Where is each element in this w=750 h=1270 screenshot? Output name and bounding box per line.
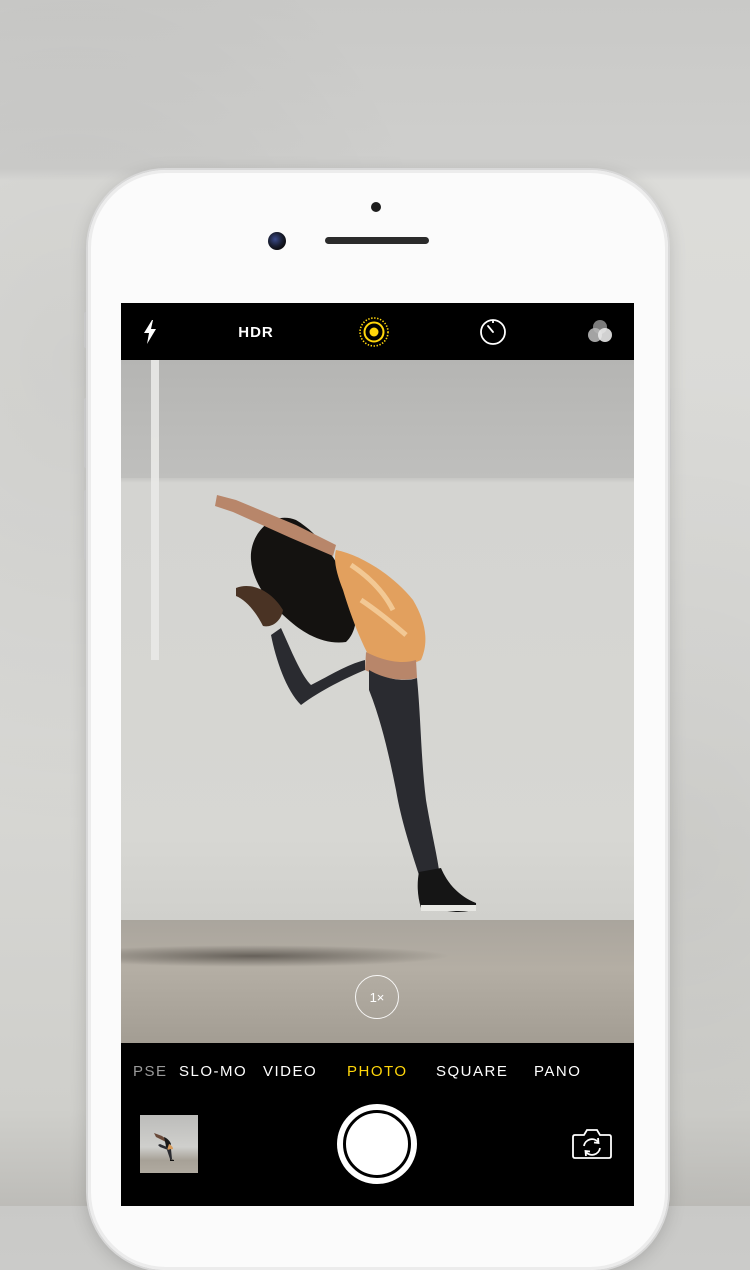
proximity-sensor [371,202,381,212]
mode-square[interactable]: SQUARE [436,1063,508,1080]
dancer-figure [215,495,477,912]
live-photo-icon [359,317,389,347]
filters-icon [588,320,612,342]
camera-screen: HDR 1× PSE SLO-MO VIDEO PHOTO SQUARE PAN… [121,303,634,1206]
mode-pano[interactable]: PANO [534,1063,581,1080]
viewfinder[interactable]: 1× [121,360,634,1043]
mode-timelapse[interactable]: PSE [133,1063,168,1080]
shutter-button[interactable] [337,1104,417,1184]
last-photo-thumbnail[interactable] [140,1115,198,1173]
bottom-controls-bar [121,1099,634,1206]
hdr-label: HDR [238,323,274,341]
flash-button[interactable] [137,317,163,347]
live-photo-button[interactable] [358,317,390,347]
hdr-button[interactable]: HDR [233,317,279,347]
zoom-toggle-button[interactable]: 1× [355,975,399,1019]
switch-camera-button[interactable] [571,1126,613,1160]
timer-icon [480,319,506,345]
mode-video[interactable]: VIDEO [263,1063,317,1080]
earpiece-speaker [325,237,429,244]
lightning-bolt-icon [144,320,156,344]
front-camera [268,232,286,250]
zoom-label: 1× [369,989,385,1005]
switch-camera-icon [572,1129,612,1159]
mode-slo-mo[interactable]: SLO-MO [179,1063,247,1080]
mode-selector: PSE SLO-MO VIDEO PHOTO SQUARE PANO [121,1043,634,1099]
shutter-inner-ring [343,1110,411,1178]
top-controls-bar: HDR [121,303,634,360]
mode-photo[interactable]: PHOTO [347,1063,408,1080]
timer-button[interactable] [478,317,508,347]
thumbnail-image [154,1133,174,1161]
filters-button[interactable] [585,317,615,347]
